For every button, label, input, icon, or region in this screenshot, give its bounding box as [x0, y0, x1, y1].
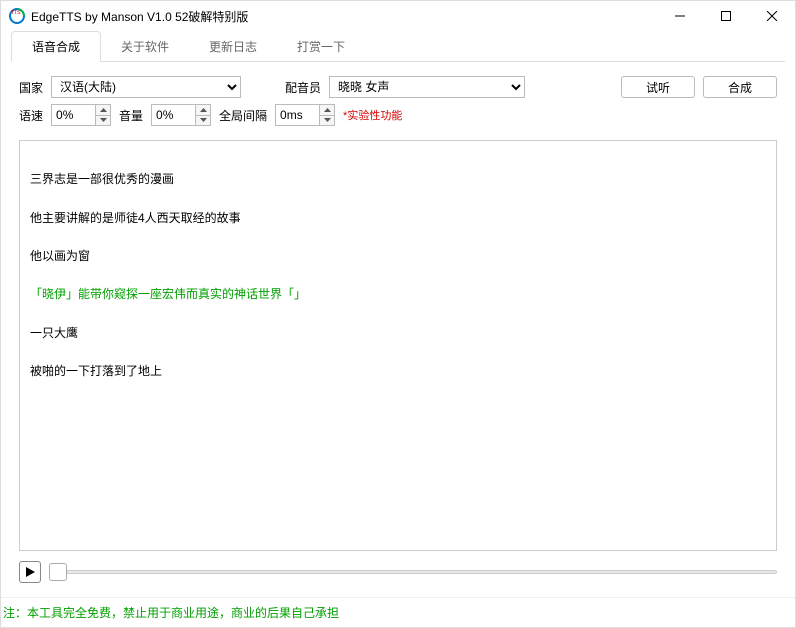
footer-note: 注：本工具完全免费，禁止用于商业用途，商业的后果自己承担: [1, 597, 795, 627]
app-icon: TTS: [9, 8, 25, 24]
rate-input[interactable]: [51, 104, 95, 126]
text-line: 他以画为窗: [30, 247, 766, 266]
progress-track[interactable]: [49, 561, 777, 583]
text-line: 三界志是一部很优秀的漫画: [30, 170, 766, 189]
rate-down[interactable]: [96, 116, 110, 126]
svg-text:TTS: TTS: [11, 10, 21, 16]
volume-label: 音量: [119, 107, 143, 124]
gap-label: 全局间隔: [219, 107, 267, 124]
gap-input[interactable]: [275, 104, 319, 126]
rate-up[interactable]: [96, 105, 110, 115]
content-pane: 国家 汉语(大陆) 配音员 晓晓 女声 试听 合成 语速: [1, 62, 795, 597]
experimental-note: *实验性功能: [343, 107, 402, 123]
volume-input[interactable]: [151, 104, 195, 126]
close-button[interactable]: [749, 1, 795, 31]
text-line: 他主要讲解的是师徒4人西天取经的故事: [30, 209, 766, 228]
maximize-button[interactable]: [703, 1, 749, 31]
tab-about[interactable]: 关于软件: [101, 32, 189, 61]
rate-label: 语速: [19, 107, 43, 124]
app-window: TTS EdgeTTS by Manson V1.0 52破解特别版 语音合成 …: [0, 0, 796, 628]
gap-up[interactable]: [320, 105, 334, 115]
preview-button[interactable]: 试听: [621, 76, 695, 98]
text-line: 被啪的一下打落到了地上: [30, 362, 766, 381]
title-bar: TTS EdgeTTS by Manson V1.0 52破解特别版: [1, 1, 795, 31]
play-button[interactable]: [19, 561, 41, 583]
volume-down[interactable]: [196, 116, 210, 126]
tab-donate[interactable]: 打赏一下: [277, 32, 365, 61]
text-line: 一只大鹰: [30, 324, 766, 343]
tab-changelog[interactable]: 更新日志: [189, 32, 277, 61]
synth-button[interactable]: 合成: [703, 76, 777, 98]
country-label: 国家: [19, 79, 43, 96]
country-select[interactable]: 汉语(大陆): [51, 76, 241, 98]
window-title: EdgeTTS by Manson V1.0 52破解特别版: [31, 8, 248, 25]
tab-bar: 语音合成 关于软件 更新日志 打赏一下: [1, 31, 795, 61]
gap-down[interactable]: [320, 116, 334, 126]
voice-select[interactable]: 晓晓 女声: [329, 76, 525, 98]
volume-up[interactable]: [196, 105, 210, 115]
text-line-highlight: 「晓伊」能带你窥探一座宏伟而真实的神话世界「」: [30, 285, 766, 304]
voice-label: 配音员: [285, 79, 321, 96]
text-input-area[interactable]: 三界志是一部很优秀的漫画 他主要讲解的是师徒4人西天取经的故事 他以画为窗 「晓…: [19, 140, 777, 551]
tab-tts[interactable]: 语音合成: [11, 31, 101, 62]
minimize-button[interactable]: [657, 1, 703, 31]
progress-thumb[interactable]: [49, 563, 67, 581]
player-bar: [19, 561, 777, 583]
